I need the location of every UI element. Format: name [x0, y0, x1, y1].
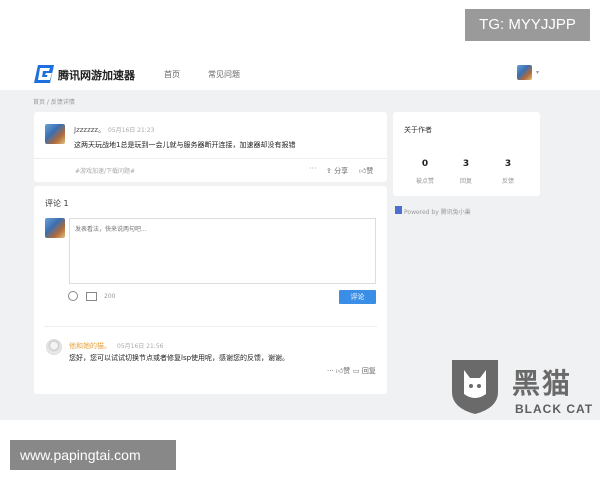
reply-content: 您好，您可以试试切换节点或者修复lsp使用呢，感谢您的反馈，谢谢。	[69, 354, 290, 362]
stat-likes-label: 被点赞	[415, 178, 434, 185]
navbar: 腾讯网游加速器 首页 常见问题 ▾	[0, 58, 600, 90]
stat-replies-value: 3	[462, 159, 470, 169]
post-avatar[interactable]	[45, 124, 65, 144]
logo-icon	[34, 65, 54, 83]
post-card: Jzzzzzz。 05月16日 21:23 这两天玩战地1总是玩到一会儿就与服务…	[34, 112, 387, 182]
author-card-title: 关于作者	[404, 126, 432, 134]
chevron-down-icon[interactable]: ▾	[536, 69, 539, 76]
nav-home-link[interactable]: 首页	[164, 69, 180, 80]
like-label: 赞	[343, 367, 351, 375]
comment-input[interactable]	[69, 218, 376, 284]
user-avatar[interactable]	[517, 65, 532, 80]
reply-avatar[interactable]	[46, 339, 62, 355]
black-cat-logo-icon	[452, 360, 498, 414]
post-timestamp: 05月16日 21:23	[108, 127, 155, 134]
divider	[34, 158, 387, 159]
image-upload-icon[interactable]	[86, 292, 97, 301]
comment-card: 评论 1 200 评论 他和她的猫。 05月16日 21:56 您好，您可以试试…	[34, 186, 387, 394]
author-card: 关于作者 0 被点赞 3 回复 3 反馈	[393, 112, 540, 196]
emoji-icon[interactable]	[68, 291, 78, 301]
more-options-icon[interactable]: ···	[309, 164, 317, 173]
char-count: 200	[104, 293, 116, 300]
brand-name[interactable]: 腾讯网游加速器	[58, 67, 135, 83]
reply-timestamp: 05月16日 21:56	[117, 343, 164, 350]
nav-faq-link[interactable]: 常见问题	[208, 69, 240, 80]
share-icon: ⇪	[326, 167, 335, 175]
post-username[interactable]: Jzzzzzz。	[74, 125, 105, 135]
post-topic-tag[interactable]: #游戏加速/下载问题#	[75, 166, 135, 175]
stat-likes: 0 被点赞	[410, 159, 440, 185]
reply-button[interactable]: ▭ 回复	[353, 366, 376, 376]
share-button[interactable]: ⇪ 分享	[326, 166, 348, 176]
reply-username[interactable]: 他和她的猫。	[69, 341, 111, 351]
like-button[interactable]: 👍︎赞	[359, 166, 373, 176]
current-user-avatar	[45, 218, 65, 238]
stat-likes-value: 0	[421, 159, 429, 169]
black-cat-brand-cn: 黑猫	[512, 367, 573, 400]
reply-label: 回复	[361, 367, 376, 375]
stat-feedback: 3 反馈	[493, 159, 523, 185]
breadcrumb[interactable]: 首页 / 反馈详情	[33, 97, 75, 106]
stat-replies-label: 回复	[459, 178, 472, 185]
stat-replies: 3 回复	[451, 159, 481, 185]
powered-by-link[interactable]: Powered by 腾讯兔小巢	[404, 207, 471, 216]
comment-icon: ▭	[353, 367, 362, 375]
more-options-icon: ···	[327, 367, 334, 375]
submit-comment-button[interactable]: 评论	[339, 290, 376, 304]
comment-count-title: 评论 1	[45, 199, 69, 208]
stat-feedback-value: 3	[504, 159, 512, 169]
stat-feedback-label: 反馈	[501, 178, 514, 185]
url-watermark: www.papingtai.com	[10, 440, 176, 470]
black-cat-brand-en: BLACK CAT	[515, 402, 594, 416]
tg-watermark: TG: MYYJJPP	[465, 9, 590, 41]
post-content: 这两天玩战地1总是玩到一会儿就与服务器断开连接，加速器却没有报错	[74, 141, 296, 149]
like-label: 赞	[366, 167, 374, 175]
txc-logo-icon	[395, 206, 402, 214]
divider	[44, 326, 377, 327]
share-label: 分享	[334, 167, 349, 175]
reply-like-button[interactable]: ··· 👍︎赞	[327, 366, 350, 376]
